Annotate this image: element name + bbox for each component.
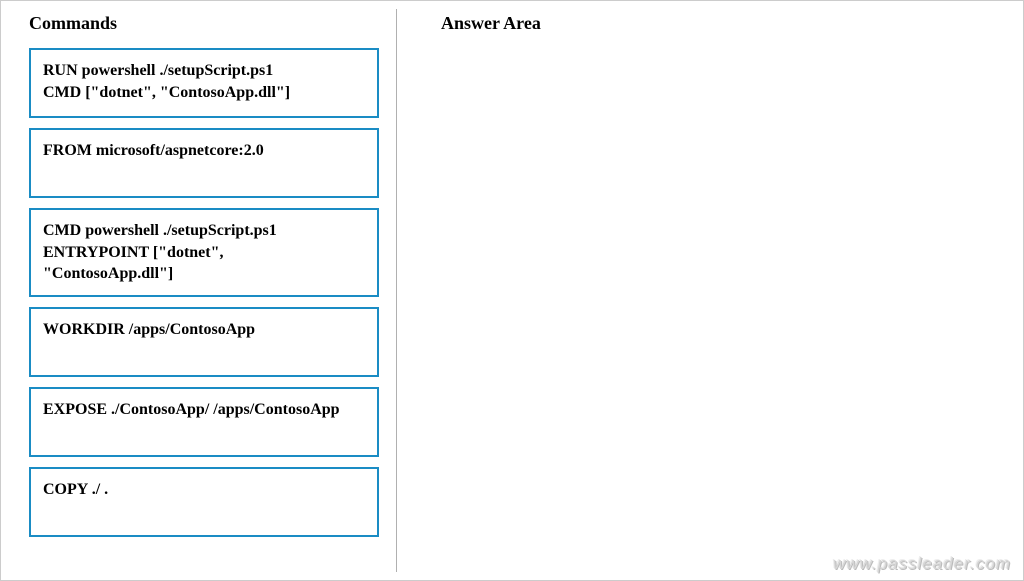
commands-column: Commands RUN powershell ./setupScript.ps… [1, 1, 396, 580]
command-box-2[interactable]: FROM microsoft/aspnetcore:2.0 [29, 128, 379, 198]
command-text: RUN powershell ./setupScript.ps1 CMD ["d… [43, 60, 290, 103]
command-box-5[interactable]: EXPOSE ./ContosoApp/ /apps/ContosoApp [29, 387, 379, 457]
command-box-1[interactable]: RUN powershell ./setupScript.ps1 CMD ["d… [29, 48, 379, 118]
command-text: COPY ./ . [43, 479, 108, 501]
commands-title: Commands [29, 13, 386, 34]
command-text: WORKDIR /apps/ContosoApp [43, 319, 255, 341]
command-text: EXPOSE ./ContosoApp/ /apps/ContosoApp [43, 399, 340, 421]
main-container: Commands RUN powershell ./setupScript.ps… [1, 1, 1023, 580]
watermark-text: www.passleader.com [833, 554, 1011, 574]
command-box-4[interactable]: WORKDIR /apps/ContosoApp [29, 307, 379, 377]
command-box-6[interactable]: COPY ./ . [29, 467, 379, 537]
answer-area-column[interactable]: Answer Area [396, 1, 1023, 580]
command-box-3[interactable]: CMD powershell ./setupScript.ps1 ENTRYPO… [29, 208, 379, 297]
command-text: FROM microsoft/aspnetcore:2.0 [43, 140, 264, 162]
column-divider [396, 9, 397, 572]
answer-area-title: Answer Area [441, 13, 1003, 34]
command-text: CMD powershell ./setupScript.ps1 ENTRYPO… [43, 220, 277, 285]
